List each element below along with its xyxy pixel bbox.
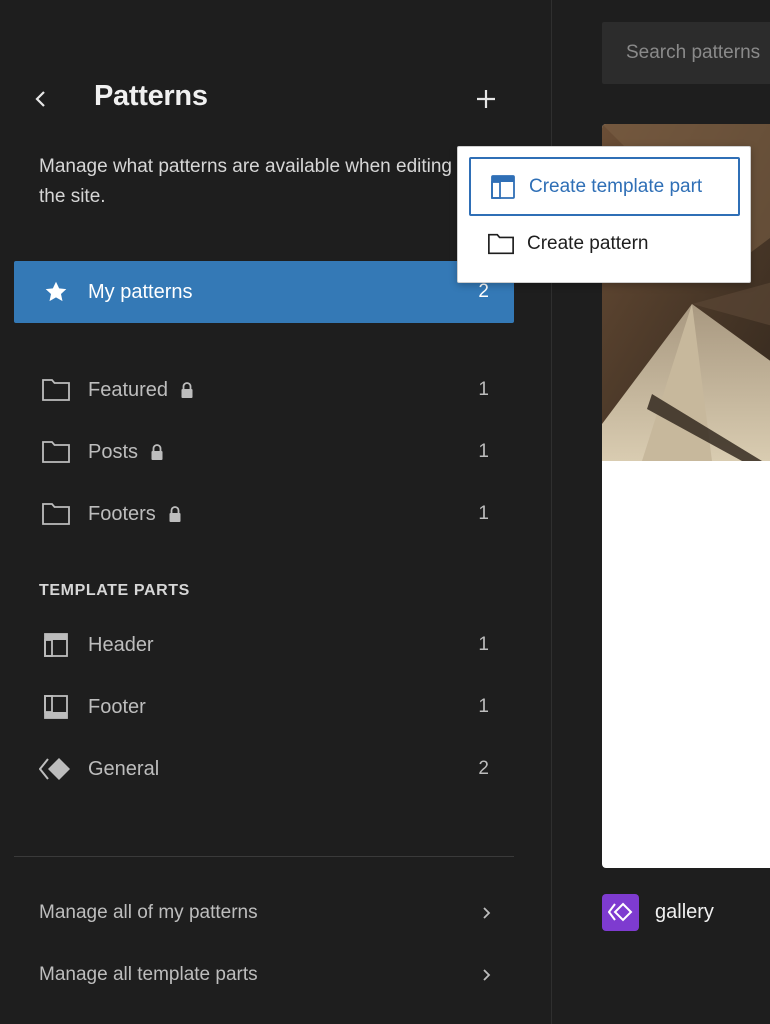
- sidebar-item-count: 1: [478, 503, 489, 524]
- folder-icon: [39, 373, 73, 407]
- sidebar-item-count: 1: [478, 379, 489, 400]
- sidebar-item-my-patterns[interactable]: My patterns 2: [14, 261, 514, 323]
- back-button[interactable]: [26, 84, 56, 114]
- sidebar-item-count: 1: [478, 634, 489, 655]
- create-pattern-menu-item[interactable]: Create pattern: [469, 214, 740, 273]
- manage-link-label: Manage all of my patterns: [39, 902, 258, 923]
- sidebar-item-label: Header: [88, 633, 154, 656]
- sidebar-item-count: 2: [478, 758, 489, 779]
- plus-icon: [477, 90, 495, 108]
- pattern-card-label: gallery: [655, 900, 714, 923]
- sidebar-item-label: Footer: [88, 695, 146, 718]
- star-icon: [39, 275, 73, 309]
- search-input[interactable]: [602, 22, 770, 84]
- sidebar-item-label: Footers: [88, 502, 156, 525]
- sidebar-item-label: Posts: [88, 440, 139, 463]
- chevron-right-icon: [482, 968, 492, 982]
- footer-icon: [39, 690, 73, 724]
- sidebar-item-label: General: [88, 757, 160, 780]
- sidebar-item-featured[interactable]: Featured 1: [14, 359, 514, 421]
- sidebar-item-general[interactable]: General 2: [14, 738, 514, 800]
- header-icon: [39, 628, 73, 662]
- sidebar-item-posts[interactable]: Posts 1: [14, 421, 514, 483]
- folder-icon: [39, 497, 73, 531]
- create-template-part-menu-item[interactable]: Create template part: [469, 157, 740, 216]
- lock-icon: [150, 443, 164, 461]
- lock-icon: [180, 381, 194, 399]
- manage-my-patterns-link[interactable]: Manage all of my patterns: [14, 887, 514, 939]
- page-title: Patterns: [94, 80, 208, 112]
- folder-icon: [39, 435, 73, 469]
- sidebar-item-footer[interactable]: Footer 1: [14, 676, 514, 738]
- sidebar-item-count: 1: [478, 696, 489, 717]
- menu-item-label: Create pattern: [527, 232, 649, 254]
- folder-icon: [487, 230, 515, 258]
- sidebar-description: Manage what patterns are available when …: [39, 156, 452, 207]
- symbol-icon: [602, 893, 639, 931]
- chevron-left-icon: [35, 91, 45, 107]
- section-heading-template-parts: TEMPLATE PARTS: [39, 582, 190, 599]
- menu-item-label: Create template part: [529, 175, 703, 197]
- sidebar-item-header[interactable]: Header 1: [14, 614, 514, 676]
- add-new-button[interactable]: [470, 83, 502, 115]
- sidebar-item-footers[interactable]: Footers 1: [14, 483, 514, 545]
- sidebar-item-label: My patterns: [88, 280, 193, 303]
- sidebar-item-count: 1: [478, 441, 489, 462]
- manage-link-label: Manage all template parts: [39, 964, 258, 985]
- add-new-dropdown-menu: Create template part Create pattern: [457, 146, 751, 283]
- divider: [14, 856, 514, 857]
- manage-template-parts-link[interactable]: Manage all template parts: [14, 949, 514, 1001]
- template-part-icon: [489, 173, 517, 201]
- sidebar-item-label: Featured: [88, 378, 169, 401]
- chevron-right-icon: [482, 906, 492, 920]
- lock-icon: [168, 505, 182, 523]
- pattern-card-title[interactable]: gallery: [602, 893, 714, 931]
- symbol-icon: [39, 752, 73, 786]
- sidebar-item-count: 2: [478, 281, 489, 302]
